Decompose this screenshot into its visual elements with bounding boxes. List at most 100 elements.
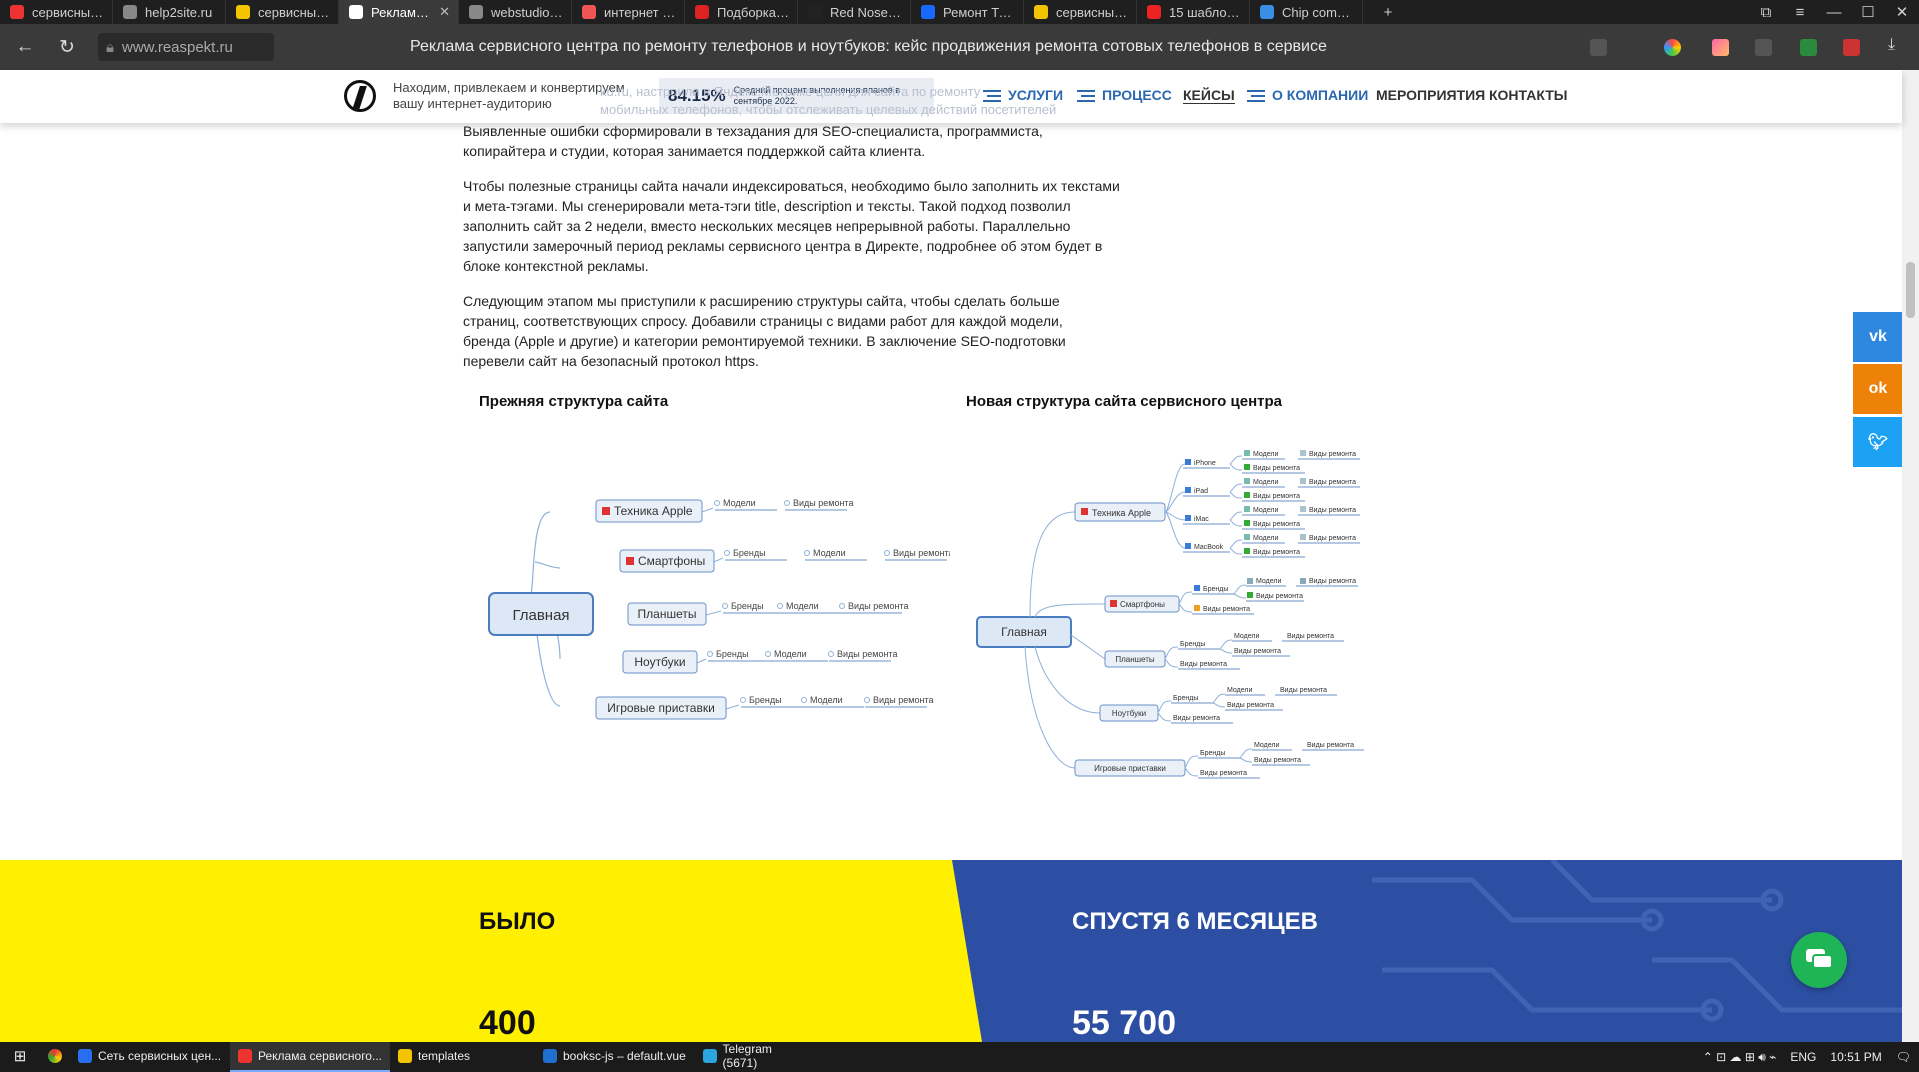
leaf-brands[interactable]: Бренды <box>1192 585 1234 595</box>
nav-events[interactable]: МЕРОПРИЯТИЯ <box>1376 87 1485 103</box>
leaf-brands[interactable]: Бренды <box>1198 750 1240 759</box>
leaf-repairs[interactable]: Виды ремонта <box>1302 742 1364 751</box>
leaf-repairs[interactable]: Виды ремонта <box>1298 506 1360 516</box>
browser-tab[interactable]: Chip compone <box>1250 0 1363 24</box>
browser-tab[interactable]: интернет мага <box>572 0 685 24</box>
leaf-repairs[interactable]: Виды ремонта <box>1246 592 1304 602</box>
nav-about[interactable]: О КОМПАНИИ <box>1247 87 1368 103</box>
new-branch[interactable]: Планшеты <box>1104 650 1166 668</box>
browser-tab[interactable]: сервисный це <box>226 0 339 24</box>
leaf-label[interactable]: Виды ремонта <box>893 548 950 558</box>
extension-icon[interactable] <box>1664 39 1681 56</box>
tray-icons[interactable]: ⌃ ⊡ ☁ ⊞ 🔊︎ ⌁ <box>1703 1050 1777 1065</box>
leaf-brands[interactable]: Бренды <box>1178 641 1220 650</box>
extension-icon[interactable] <box>1800 39 1817 56</box>
leaf-label[interactable]: Модели <box>786 601 819 611</box>
close-window-icon[interactable]: ✕ <box>1885 3 1919 21</box>
close-tab-icon[interactable]: ✕ <box>439 4 450 20</box>
leaf-repairs[interactable]: Виды ремонта <box>1242 492 1305 502</box>
taskbar-item[interactable]: templates <box>390 1042 535 1072</box>
url-field[interactable]: 🔒︎ www.reaspekt.ru <box>98 33 274 61</box>
clock[interactable]: 10:51 PM <box>1830 1050 1881 1064</box>
extension-icon[interactable] <box>1755 39 1772 56</box>
leaf-models[interactable]: Модели <box>1246 578 1286 587</box>
leaf-repairs[interactable]: Виды ремонта <box>1242 464 1305 474</box>
device-node[interactable]: iPhone <box>1183 459 1230 469</box>
extension-icon[interactable] <box>1712 39 1729 56</box>
new-branch[interactable]: Ноутбуки <box>1099 704 1159 722</box>
new-tab-button[interactable]: + <box>1371 4 1405 21</box>
new-branch[interactable]: Игровые приставки <box>1074 759 1186 777</box>
leaf-label[interactable]: Виды ремонта <box>848 601 908 611</box>
leaf-models[interactable]: Модели <box>1242 450 1285 460</box>
reload-icon[interactable]: ↻ <box>50 36 84 59</box>
leaf-label[interactable]: Модели <box>810 695 843 705</box>
leaf-repairs[interactable]: Виды ремонта <box>1298 534 1360 544</box>
leaf-repairs[interactable]: Виды ремонта <box>1275 687 1337 696</box>
leaf-brands[interactable]: Бренды <box>1171 695 1213 704</box>
leaf-label[interactable]: Бренды <box>731 601 764 611</box>
leaf-label[interactable]: Бренды <box>749 695 782 705</box>
leaf-models[interactable]: Модели <box>1242 506 1285 516</box>
taskbar-item[interactable]: Telegram (5671) <box>695 1042 815 1072</box>
device-node[interactable]: MacBook <box>1183 543 1230 553</box>
tab-search-icon[interactable]: ⧉ <box>1749 4 1783 21</box>
old-branch[interactable]: Техника Apple Модели Виды ремонта <box>595 498 853 523</box>
browser-tab[interactable]: Подборка шаб <box>685 0 798 24</box>
leaf-repairs[interactable]: Виды ремонта <box>1298 450 1360 460</box>
leaf-label[interactable]: Виды ремонта <box>793 498 853 508</box>
leaf-repairs[interactable]: Виды ремонта <box>1298 478 1360 488</box>
device-node[interactable]: iMac <box>1183 515 1230 525</box>
browser-tab[interactable]: Реклама сер ✕ <box>339 0 459 24</box>
chrome-icon[interactable] <box>40 1042 70 1072</box>
scrollbar-thumb[interactable] <box>1906 262 1915 318</box>
chat-button[interactable] <box>1791 932 1847 988</box>
leaf-repairs[interactable]: Виды ремонта <box>1232 648 1290 657</box>
nav-cases[interactable]: КЕЙСЫ <box>1183 87 1235 104</box>
leaf-label[interactable]: Бренды <box>733 548 766 558</box>
leaf-label[interactable]: Модели <box>813 548 846 558</box>
back-icon[interactable]: ← <box>8 36 42 58</box>
notifications-icon[interactable]: 🗨︎ <box>1896 1050 1911 1064</box>
maximize-icon[interactable]: ☐ <box>1851 3 1885 21</box>
leaf-models[interactable]: Модели <box>1225 687 1265 696</box>
old-branch[interactable]: Смартфоны Бренды Модели Виды ремонта <box>619 548 950 573</box>
leaf-repairs[interactable]: Виды ремонта <box>1296 578 1358 587</box>
taskbar-item[interactable]: Сеть сервисных цен... <box>70 1042 230 1072</box>
scrollbar[interactable] <box>1902 70 1919 1042</box>
leaf-repairs[interactable]: Виды ремонта <box>1242 548 1305 558</box>
language-indicator[interactable]: ENG <box>1790 1050 1816 1064</box>
leaf-models[interactable]: Модели <box>1242 478 1285 488</box>
leaf-models[interactable]: Модели <box>1232 633 1272 642</box>
browser-tab[interactable]: webstudio2u.n <box>459 0 572 24</box>
browser-tab[interactable]: сервисный це <box>1024 0 1137 24</box>
leaf-repairs[interactable]: Виды ремонта <box>1171 715 1233 724</box>
new-root[interactable]: Главная <box>976 616 1072 648</box>
leaf-repairs[interactable]: Виды ремонта <box>1252 757 1310 766</box>
leaf-repairs[interactable]: Виды ремонта <box>1225 702 1283 711</box>
bookmark-icon[interactable] <box>1590 39 1607 56</box>
leaf-repairs[interactable]: Виды ремонта <box>1242 520 1305 530</box>
leaf-models[interactable]: Модели <box>1252 742 1292 751</box>
minimize-icon[interactable]: — <box>1817 4 1851 21</box>
browser-tab[interactable]: Ремонт Телеф <box>911 0 1024 24</box>
old-root[interactable]: Главная <box>488 592 594 636</box>
old-branch[interactable]: Планшеты Бренды Модели Виды ремонта <box>627 601 908 626</box>
browser-tab[interactable]: Red Nose Digit <box>798 0 911 24</box>
taskbar-item[interactable]: booksc-js – default.vue <box>535 1042 695 1072</box>
device-node[interactable]: iPad <box>1183 487 1230 497</box>
leaf-label[interactable]: Бренды <box>716 649 749 659</box>
new-branch[interactable]: Смартфоны <box>1104 595 1180 613</box>
leaf-repairs[interactable]: Виды ремонта <box>1178 661 1240 670</box>
menu-icon[interactable]: ≡ <box>1783 4 1817 21</box>
browser-tab[interactable]: сервисный це <box>0 0 113 24</box>
leaf-label[interactable]: Модели <box>723 498 756 508</box>
leaf-repairs[interactable]: Виды ремонта <box>1282 633 1344 642</box>
leaf-label[interactable]: Модели <box>774 649 807 659</box>
leaf-repairs[interactable]: Виды ремонта <box>1198 770 1260 779</box>
taskbar-item[interactable]: Реклама сервисного... <box>230 1042 390 1072</box>
logo[interactable] <box>344 80 376 112</box>
extension-icon[interactable] <box>1843 39 1860 56</box>
leaf-repairs[interactable]: Виды ремонта <box>1192 605 1254 615</box>
start-button[interactable]: ⊞ <box>0 1042 40 1072</box>
